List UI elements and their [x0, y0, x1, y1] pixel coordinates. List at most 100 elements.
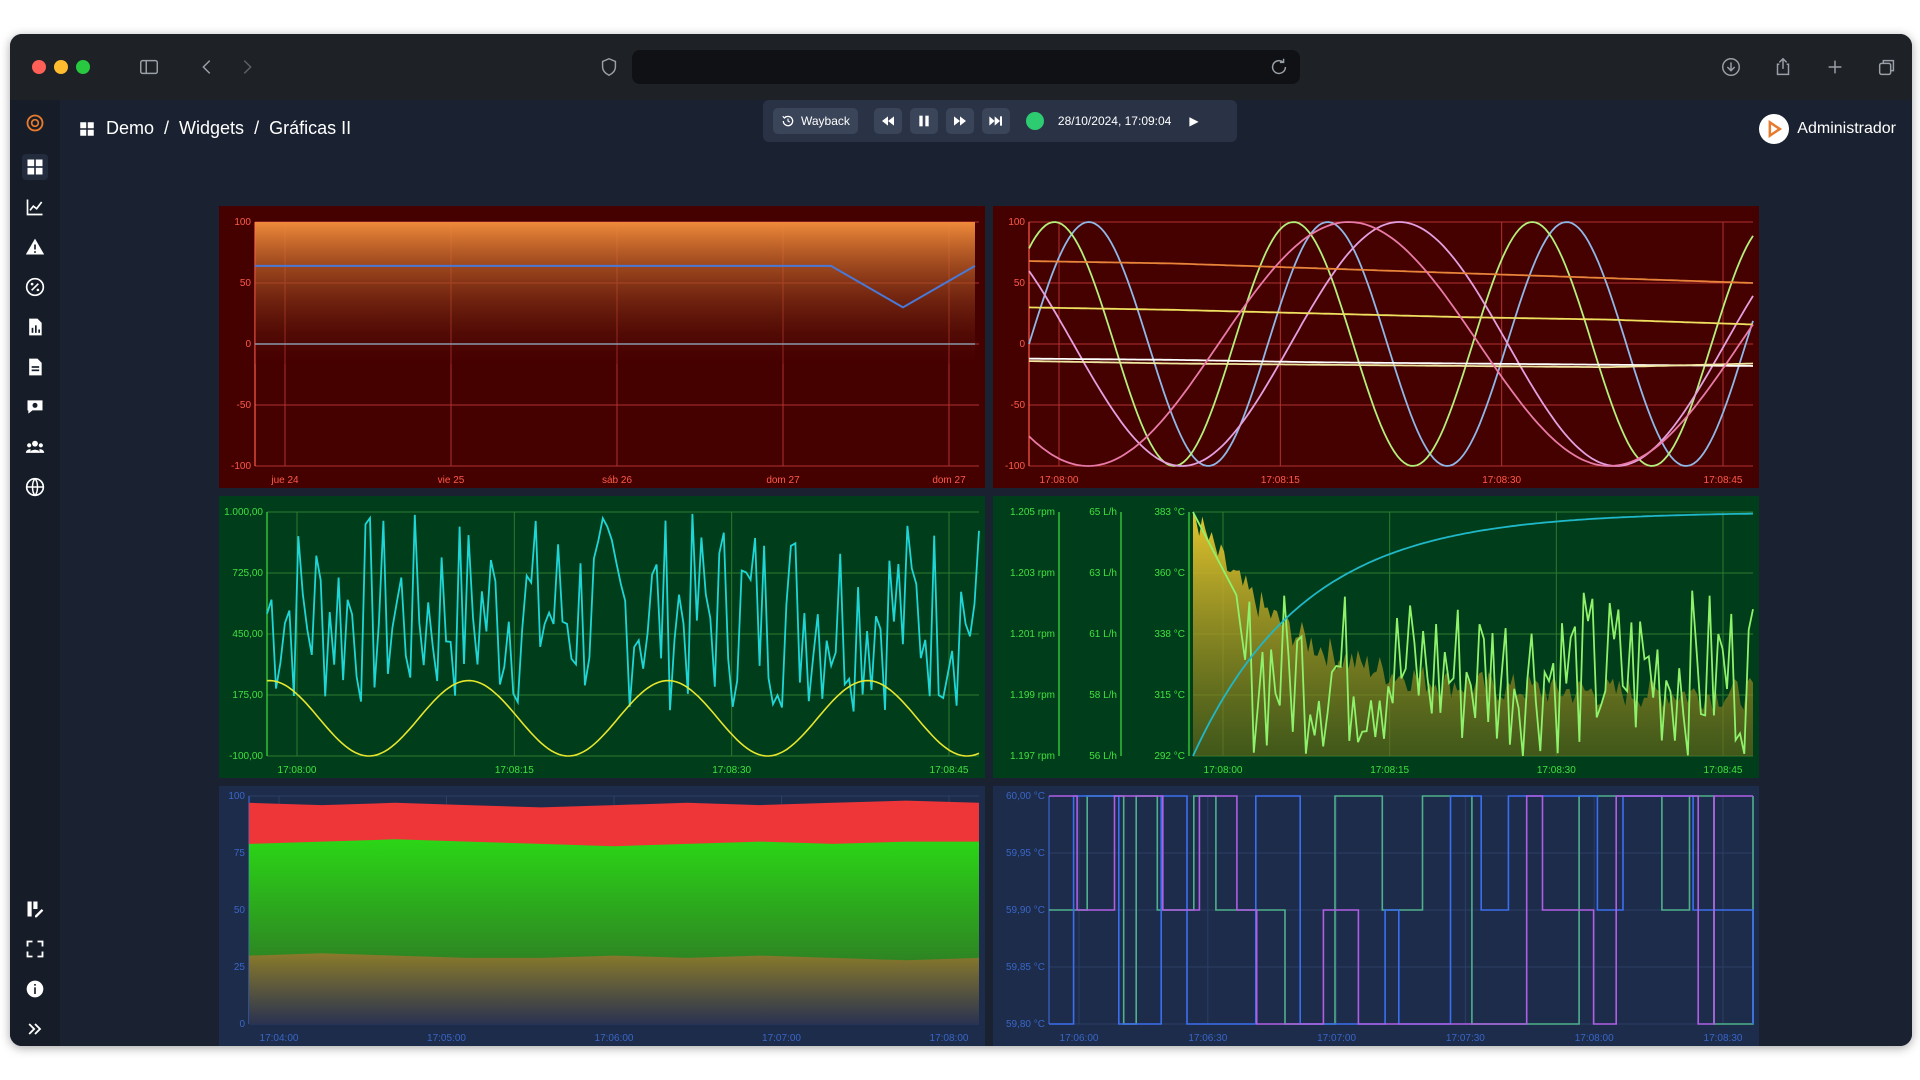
y-tick-label: -100	[231, 461, 251, 472]
y-tick-label: 56 L/h	[1089, 751, 1117, 762]
chart-svg: 1.000,00 725,00 450,00 175,00 -100,00 17:08:0…	[219, 496, 985, 778]
dashboard-icon[interactable]	[22, 154, 48, 180]
x-tick-label: 17:08:30	[712, 765, 751, 776]
y-tick-label: 25	[234, 962, 246, 973]
chart-panel-cyan-noise[interactable]: 1.000,00 725,00 450,00 175,00 -100,00 17:08:0…	[219, 496, 985, 778]
y-tick-label: 1.197 rpm	[1010, 751, 1055, 762]
x-tick-label: 17:06:00	[1060, 1033, 1099, 1044]
pause-button[interactable]	[909, 108, 938, 134]
chart-panel-stacked-area[interactable]: 100 75 50 25 0 17:04:00 17:05:00 17:06:00 17:07:…	[219, 786, 985, 1046]
chart-panel-sines[interactable]: 100 50 0 -50 -100 17:08:00 17:08:15 17:08:30 17:…	[993, 206, 1759, 488]
olive-area	[249, 953, 979, 1024]
x-tick-label: 17:08:00	[1204, 765, 1243, 776]
x-tick-label: 17:08:45	[1704, 475, 1743, 486]
chart-panel-multi-axis[interactable]: 1.205 rpm 1.203 rpm 1.201 rpm 1.199 rpm 1.19…	[993, 496, 1759, 778]
y-tick-label: 725,00	[232, 568, 263, 579]
share-icon[interactable]	[1768, 52, 1798, 82]
globe-icon[interactable]	[22, 474, 48, 500]
x-tick-label: 17:08:30	[1537, 765, 1576, 776]
wayback-button[interactable]: Wayback	[773, 108, 858, 134]
x-tick-label: 17:07:00	[1317, 1033, 1356, 1044]
play-icon[interactable]: ▶	[1189, 114, 1198, 128]
y-tick-label: -50	[237, 400, 252, 411]
x-tick-label: dom 27	[932, 475, 966, 486]
y-tick-label: 100	[1008, 217, 1025, 228]
y-tick-label: -50	[1011, 400, 1026, 411]
y-tick-label: -100	[1005, 461, 1025, 472]
maximize-window-icon[interactable]	[76, 60, 90, 74]
chart-background	[993, 786, 1759, 1046]
chart-svg: 100 50 0 -50 -100 17:08:00 17:08:15 17:08:30 17:…	[993, 206, 1759, 488]
chart-svg: 1.205 rpm 1.203 rpm 1.201 rpm 1.199 rpm 1.19…	[993, 496, 1759, 778]
y-tick-label: 61 L/h	[1089, 629, 1117, 640]
minimize-window-icon[interactable]	[54, 60, 68, 74]
breadcrumb-section[interactable]: Widgets	[179, 118, 244, 139]
tabs-overview-icon[interactable]	[1872, 52, 1902, 82]
sidebar	[10, 100, 60, 1046]
browser-window: Demo / Widgets / Gráficas II Wayback 28/…	[10, 34, 1912, 1046]
y-tick-label: 1.000,00	[224, 507, 263, 518]
sidebar-toggle-icon[interactable]	[134, 52, 164, 82]
user-menu[interactable]: Administrador	[1759, 114, 1896, 144]
rewind-icon	[881, 116, 894, 126]
skip-to-end-button[interactable]	[981, 108, 1010, 134]
y-tick-label: 58 L/h	[1089, 690, 1117, 701]
y-tick-label: 1.203 rpm	[1010, 568, 1055, 579]
fullscreen-icon[interactable]	[22, 936, 48, 962]
y-tick-label: 59,90 °C	[1006, 905, 1045, 916]
shield-icon[interactable]	[594, 52, 624, 82]
live-status-indicator	[1025, 112, 1044, 130]
address-bar[interactable]	[632, 50, 1300, 84]
y-tick-label: 383 °C	[1154, 507, 1185, 518]
dashboard-icon	[80, 121, 94, 136]
x-tick-label: sáb 26	[602, 475, 632, 486]
x-tick-label: vie 25	[438, 475, 465, 486]
expand-icon[interactable]	[22, 1016, 48, 1042]
document-icon[interactable]	[22, 354, 48, 380]
users-icon[interactable]	[22, 434, 48, 460]
new-tab-icon[interactable]	[1820, 52, 1850, 82]
browser-toolbar	[10, 34, 1912, 100]
x-tick-label: 17:08:00	[1575, 1033, 1614, 1044]
chat-icon[interactable]	[22, 394, 48, 420]
breadcrumb-separator: /	[254, 118, 260, 138]
y-tick-label: 338 °C	[1154, 629, 1185, 640]
percent-icon[interactable]	[22, 274, 48, 300]
breadcrumb-separator: /	[164, 118, 170, 138]
x-tick-label: 17:04:00	[260, 1033, 299, 1044]
report-icon[interactable]	[22, 314, 48, 340]
fast-forward-button[interactable]	[945, 108, 974, 134]
y-tick-label: 360 °C	[1154, 568, 1185, 579]
info-icon[interactable]	[22, 976, 48, 1002]
download-icon[interactable]	[1716, 52, 1746, 82]
breadcrumb: Demo / Widgets / Gráficas II	[78, 118, 351, 139]
user-name: Administrador	[1797, 120, 1896, 137]
y-tick-label: 75	[234, 848, 246, 859]
edit-icon[interactable]	[22, 896, 48, 922]
alert-icon[interactable]	[22, 234, 48, 260]
y-tick-label: 59,80 °C	[1006, 1019, 1045, 1030]
y-tick-label: 63 L/h	[1089, 568, 1117, 579]
y-tick-label: 100	[234, 217, 251, 228]
pause-icon	[919, 115, 929, 127]
logo-icon[interactable]	[22, 110, 48, 136]
back-icon[interactable]	[192, 52, 222, 82]
chart-panel-steps[interactable]: 60,00 °C 59,95 °C 59,90 °C 59,85 °C 59,80 °C…	[993, 786, 1759, 1046]
x-tick-label: dom 27	[766, 475, 800, 486]
player-datetime[interactable]: 28/10/2024, 17:09:04	[1058, 114, 1171, 128]
chart-line-icon[interactable]	[22, 194, 48, 220]
y-tick-label: 1.201 rpm	[1010, 629, 1055, 640]
rewind-button[interactable]	[873, 108, 902, 134]
breadcrumb-home[interactable]: Demo	[106, 118, 154, 139]
y-tick-label: 50	[1014, 278, 1026, 289]
chart-panel-orange[interactable]: 100 50 0 -50 -100 jue 24 vie 25 sáb 26 dom 27 dom…	[219, 206, 985, 488]
x-tick-label: 17:08:45	[930, 765, 969, 776]
forward-icon[interactable]	[232, 52, 262, 82]
x-tick-label: 17:08:00	[930, 1033, 969, 1044]
x-tick-label: 17:08:00	[1040, 475, 1079, 486]
close-window-icon[interactable]	[32, 60, 46, 74]
x-tick-label: 17:08:00	[278, 765, 317, 776]
reload-icon[interactable]	[1264, 52, 1294, 82]
y-tick-label: 175,00	[232, 690, 263, 701]
y-tick-label: 59,95 °C	[1006, 848, 1045, 859]
